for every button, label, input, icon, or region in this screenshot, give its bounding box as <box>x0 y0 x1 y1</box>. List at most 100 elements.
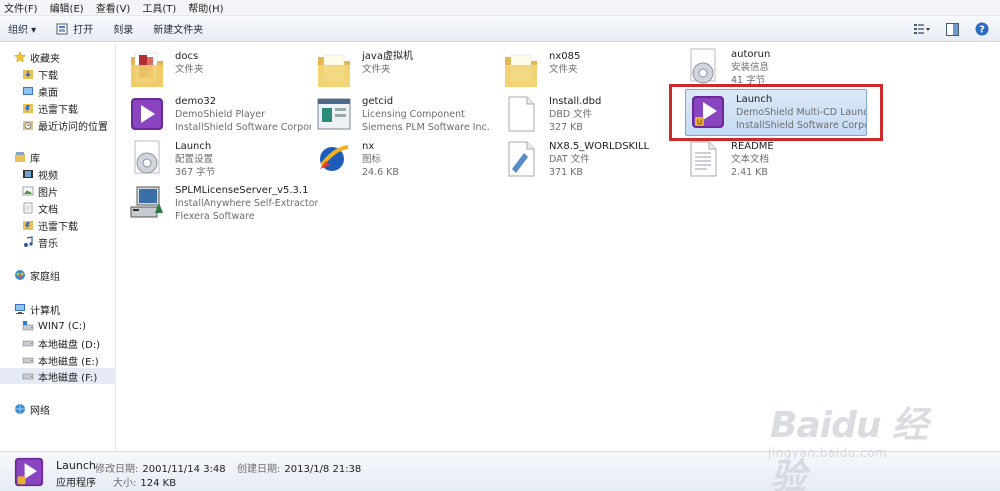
file-item-launch-ini[interactable]: Launch 配置设置 367 字节 <box>125 137 311 181</box>
file-type: 文件夹 <box>362 64 391 75</box>
svg-text:?: ? <box>979 25 985 36</box>
created-value: 2013/1/8 21:38 <box>284 464 362 475</box>
nav-drive-e[interactable]: 本地磁盘 (E:) <box>0 352 116 368</box>
details-size: 大小: 124 KB <box>113 474 176 489</box>
nav-label: 桌面 <box>38 87 58 99</box>
preview-pane-button[interactable] <box>942 20 962 38</box>
nav-label: 下载 <box>38 70 58 82</box>
nav-label: 迅雷下载 <box>38 221 78 233</box>
file-type: 图标 <box>362 154 382 165</box>
open-label: 打开 <box>73 25 94 36</box>
nav-drive-d[interactable]: 本地磁盘 (D:) <box>0 335 116 351</box>
watermark-url: jingyan.baidu.com <box>768 446 888 460</box>
blank-file-icon <box>508 96 535 132</box>
nav-recent-places[interactable]: 最近访问的位置 <box>0 117 116 133</box>
nav-libraries[interactable]: 库 <box>0 149 116 165</box>
menu-edit[interactable]: 编辑(E) <box>50 0 84 15</box>
file-item-getcid[interactable]: getcid Licensing Component Siemens PLM Sof… <box>312 92 498 136</box>
nav-drive-c[interactable]: WIN7 (C:) <box>0 318 116 334</box>
nav-videos[interactable]: 视频 <box>0 166 116 182</box>
file-item-demo32[interactable]: demo32 DemoShield Player InstallShield Sof… <box>125 92 311 136</box>
command-bar: 组织 ▾ 打开 刻录 新建文件夹 ? <box>0 16 1000 42</box>
file-item-splm-license-server[interactable]: SPLMLicenseServer_v5.3.1 InstallAnywhere … <box>125 181 325 225</box>
file-item-autorun[interactable]: autorun 安装信息 41 字节 <box>681 45 867 89</box>
nav-network[interactable]: 网络 <box>0 401 116 417</box>
application-window-icon <box>317 98 351 130</box>
video-icon <box>23 170 33 178</box>
nav-thunder-library[interactable]: 迅雷下载 <box>0 217 116 233</box>
nav-computer[interactable]: 计算机 <box>0 301 116 317</box>
thunder-folder-icon <box>23 104 33 113</box>
library-icon <box>15 152 25 162</box>
file-type: DBD 文件 <box>549 109 593 120</box>
folder-icon <box>131 52 163 87</box>
details-created: 创建日期: 2013/1/8 21:38 <box>237 460 361 475</box>
new-folder-label: 新建文件夹 <box>153 25 204 36</box>
network-label: 网络 <box>30 405 50 417</box>
nav-pictures[interactable]: 图片 <box>0 183 116 199</box>
watermark-logo: Baidu 经验 <box>770 405 928 491</box>
menu-view[interactable]: 查看(V) <box>96 0 131 15</box>
demoshield-icon <box>131 98 163 130</box>
help-button[interactable]: ? <box>972 20 992 38</box>
nx-icon <box>320 145 349 171</box>
file-item-readme[interactable]: README 文本文档 2.41 KB <box>681 137 867 181</box>
nav-desktop[interactable]: 桌面 <box>0 83 116 99</box>
nav-label: 本地磁盘 (D:) <box>38 339 101 351</box>
file-company: InstallShield Software Corpora... <box>175 122 311 133</box>
nav-homegroup[interactable]: 家庭组 <box>0 267 116 283</box>
new-folder-button[interactable]: 新建文件夹 <box>153 21 203 36</box>
file-size: 367 字节 <box>175 167 216 178</box>
file-name: SPLMLicenseServer_v5.3.1 <box>175 185 309 196</box>
nav-drive-f[interactable]: 本地磁盘 (F:) <box>0 368 116 384</box>
file-item-nx085[interactable]: nx085 文件夹 <box>499 47 685 91</box>
menu-help[interactable]: 帮助(H) <box>188 0 223 15</box>
nav-label: WIN7 (C:) <box>38 320 87 332</box>
settings-file-icon <box>690 48 716 84</box>
file-item-install-dbd[interactable]: Install.dbd DBD 文件 327 KB <box>499 92 685 136</box>
homegroup-label: 家庭组 <box>30 271 60 283</box>
file-type: 文件夹 <box>175 64 204 75</box>
organize-button[interactable]: 组织 ▾ <box>8 21 36 36</box>
nav-downloads[interactable]: 下载 <box>0 66 116 82</box>
file-name: docs <box>175 51 199 62</box>
file-company: Flexera Software <box>175 211 255 222</box>
file-type: InstallAnywhere Self-Extractor <box>175 198 319 209</box>
demoshield-launch-icon <box>14 457 44 487</box>
details-modified: 修改日期: 2001/11/14 3:48 <box>95 460 226 475</box>
view-options-button[interactable] <box>912 20 932 38</box>
hard-drive-icon <box>22 373 34 380</box>
nav-label: 视频 <box>38 170 58 182</box>
file-name: README <box>731 141 774 152</box>
file-item-java-vm[interactable]: java虚拟机 文件夹 <box>312 47 498 91</box>
burn-label: 刻录 <box>113 25 134 36</box>
navigation-pane: 收藏夹 下载 桌面 迅雷下载 最近访问的位置 库 视频 图片 文档 迅雷下载 音… <box>0 43 116 451</box>
size-label: 大小: <box>113 478 137 489</box>
details-file-name: Launch <box>56 459 96 472</box>
file-name: getcid <box>362 96 394 107</box>
menu-file[interactable]: 文件(F) <box>4 0 38 15</box>
network-icon <box>15 404 25 414</box>
documents-icon <box>23 202 33 214</box>
thunder-folder-icon <box>23 221 33 230</box>
burn-button[interactable]: 刻录 <box>113 21 133 36</box>
file-item-nx-icon[interactable]: nx 图标 24.6 KB <box>312 137 498 181</box>
file-name: demo32 <box>175 96 217 107</box>
file-size: 371 KB <box>549 167 583 178</box>
nav-favorites[interactable]: 收藏夹 <box>0 49 116 65</box>
open-button[interactable]: 打开 <box>56 21 93 36</box>
file-name: nx085 <box>549 51 581 62</box>
organize-label: 组织 ▾ <box>8 25 37 36</box>
size-value: 124 KB <box>140 478 177 489</box>
nav-music[interactable]: 音乐 <box>0 234 116 250</box>
file-item-nx85-worldskill[interactable]: NX8.5_WORLDSKILL DAT 文件 371 KB <box>499 137 685 181</box>
menu-bar: 文件(F) 编辑(E) 查看(V) 工具(T) 帮助(H) <box>0 0 1000 16</box>
star-icon <box>14 51 26 63</box>
hard-drive-icon <box>22 340 34 347</box>
file-name: autorun <box>731 49 771 60</box>
nav-documents[interactable]: 文档 <box>0 200 116 216</box>
help-icon: ? <box>975 22 989 36</box>
nav-thunder-downloads[interactable]: 迅雷下载 <box>0 100 116 116</box>
file-item-docs[interactable]: docs 文件夹 <box>125 47 311 91</box>
menu-tools[interactable]: 工具(T) <box>142 0 176 15</box>
